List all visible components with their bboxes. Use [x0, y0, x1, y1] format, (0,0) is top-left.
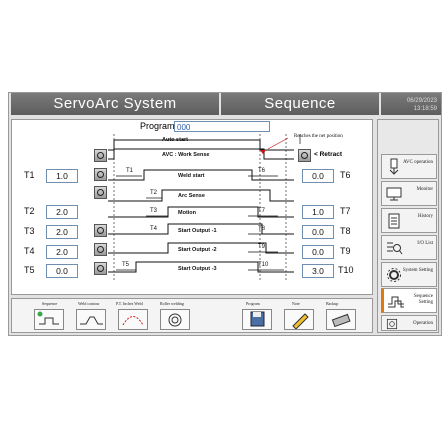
arc-sense-label: Arc Sense [178, 193, 205, 199]
sidebar-avc-operation[interactable]: AVC operation [381, 154, 437, 179]
sequence-type-button[interactable] [34, 309, 64, 330]
net-position-note: Reaches the net position [294, 134, 343, 139]
bottom-toolbar: Sequence Weld contour P.T. Inches Weld R… [11, 298, 373, 333]
sidebar-monitor[interactable]: Monitor [381, 181, 437, 206]
motion-label: Motion [178, 210, 197, 216]
bottom-label-sequence: Sequence [42, 301, 58, 306]
datetime: 06/29/2023 13:18:59 [381, 93, 441, 115]
sidebar: AVC operation Monitor History I/O List S… [377, 119, 439, 333]
sidebar-label: History [418, 214, 433, 219]
seq-t7: T7 [258, 208, 266, 214]
roller-icon [168, 313, 182, 327]
sidebar-history[interactable]: History [381, 208, 437, 233]
arc-weld-icon [122, 316, 144, 326]
sidebar-label: AVC operation [402, 160, 433, 165]
system-title: ServoArc System [11, 93, 219, 115]
pt-inches-weld-button[interactable] [118, 309, 148, 330]
time-text: 13:18:59 [413, 106, 437, 112]
start-output-1-label: Start Output -1 [178, 228, 217, 234]
bottom-label-backup: Backup [326, 301, 339, 306]
sidebar-io-list[interactable]: I/O List [381, 235, 437, 260]
seq-t5: T5 [122, 262, 130, 268]
start-output-2-label: Start Output -2 [178, 247, 217, 253]
note-button[interactable] [284, 309, 314, 330]
seq-t3: T3 [150, 208, 158, 214]
auto-start-label: Auto start [162, 137, 188, 143]
usb-drive-icon [331, 313, 351, 328]
pencil-icon [292, 313, 309, 330]
sequence-area: Program : 000 T1 1.0 T2 2.0 T3 2.0 T4 2.… [11, 119, 373, 295]
sidebar-label: I/O List [417, 241, 433, 246]
sidebar-sequence-setting[interactable]: Sequence Setting [381, 288, 437, 313]
bottom-label-program: Program [246, 301, 260, 306]
bottom-label-weld-contour: Weld contour [78, 301, 100, 306]
bottom-label-pt-inches: P.T. Inches Weld [116, 301, 143, 306]
hmi-panel: ServoArc System Sequence 06/29/2023 13:1… [8, 92, 442, 336]
floppy-disk-icon [250, 311, 265, 327]
operation-icon [386, 318, 398, 330]
start-output-3-label: Start Output -3 [178, 266, 217, 272]
seq-t10: T10 [258, 262, 269, 268]
bottom-label-note: Note [292, 301, 300, 306]
sidebar-label: System Setting [402, 268, 433, 273]
seq-t8: T8 [258, 226, 266, 232]
sequence-type-icon [37, 311, 59, 325]
backup-button[interactable] [326, 309, 356, 330]
roller-welding-button[interactable] [160, 309, 190, 330]
weld-start-label: Weld start [178, 173, 205, 179]
seq-t2: T2 [150, 190, 158, 196]
net-position-marker [260, 150, 266, 154]
sidebar-system-setting[interactable]: System Setting [381, 262, 437, 287]
weld-contour-button[interactable] [76, 309, 106, 330]
sidebar-label: Sequence Setting [413, 294, 433, 305]
seq-t4: T4 [150, 226, 158, 232]
sidebar-label: Monitor [416, 187, 433, 192]
program-save-button[interactable] [242, 309, 272, 330]
date-text: 06/29/2023 [406, 98, 437, 104]
sidebar-label: Operation [413, 321, 433, 326]
seq-t1: T1 [126, 168, 134, 174]
bottom-label-roller: Roller welding [160, 301, 184, 306]
sidebar-operation[interactable]: Operation [381, 315, 437, 331]
screen-title: Sequence [221, 93, 379, 115]
weld-contour-icon [80, 316, 103, 325]
seq-t9: T9 [258, 244, 266, 250]
seq-t6: T6 [258, 168, 266, 174]
avc-work-sense-label: AVC : Work Sense [162, 152, 210, 158]
